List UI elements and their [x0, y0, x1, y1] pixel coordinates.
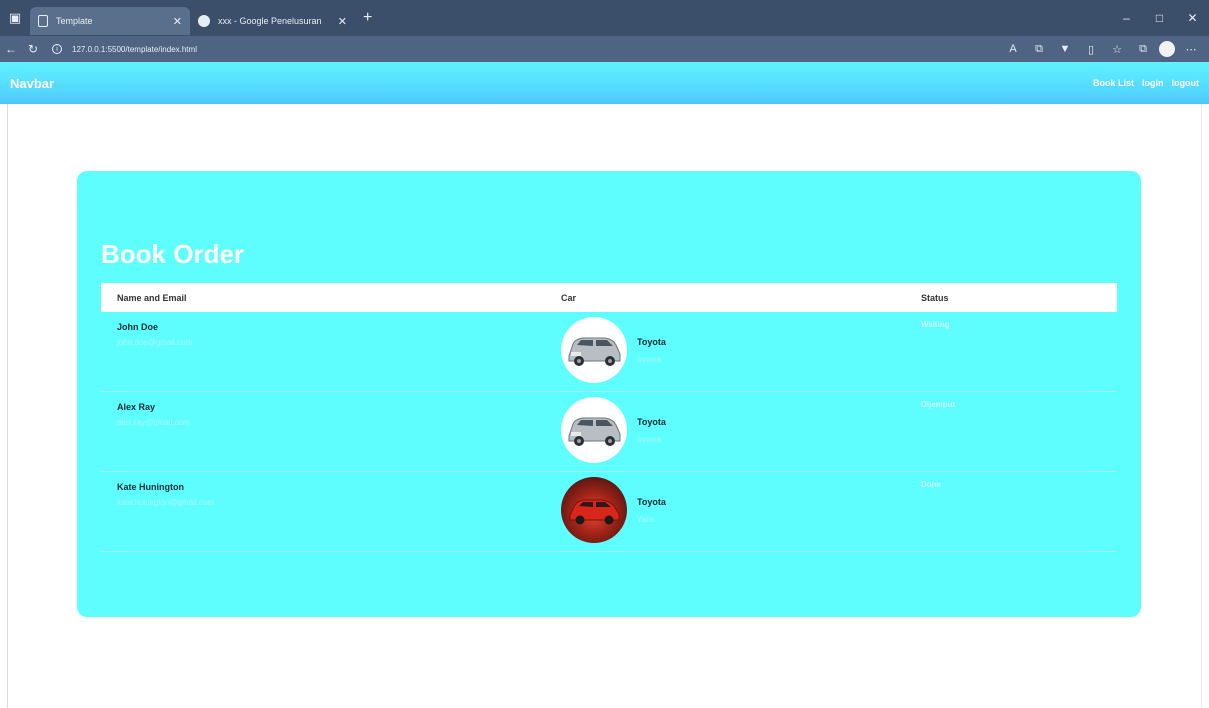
silver-car-icon: [568, 417, 621, 446]
table-row: John Doe john.doe@gmail.com Toyota Innov…: [101, 312, 1117, 392]
new-tab-button[interactable]: +: [363, 9, 372, 27]
back-icon[interactable]: ←: [0, 42, 22, 56]
car-model: Innova: [637, 434, 662, 444]
close-icon[interactable]: ✕: [173, 15, 182, 28]
browser-tabbar: ▣ Template ✕ xxx - Google Penelusuran ✕ …: [0, 0, 1209, 36]
vue-devtools-icon[interactable]: ▼: [1055, 39, 1075, 59]
car-name: Toyota: [637, 416, 666, 427]
table-row: Alex Ray alex.ray@gmail.com Toyota Innov…: [101, 392, 1117, 472]
address-bar: ← ↻ i 127.0.0.1:5500/template/index.html…: [0, 36, 1209, 62]
car-cell: Toyota Innova: [551, 312, 917, 392]
book-order-table: Name and Email Car Status John Doe john.…: [101, 283, 1117, 552]
status-cell: Dijemput: [917, 392, 1117, 472]
navbar-links: Book List login logout: [1093, 78, 1199, 88]
collections-icon[interactable]: ⧉: [1133, 39, 1153, 59]
url-text: 127.0.0.1:5500/template/index.html: [72, 44, 197, 54]
info-icon[interactable]: i: [52, 44, 62, 54]
table-header: Name and Email Car Status: [101, 283, 1117, 312]
minimize-button[interactable]: –: [1110, 0, 1143, 36]
book-order-card: Book Order Name and Email Car Status Joh…: [77, 171, 1141, 617]
car-model: Yaris: [637, 514, 655, 524]
maximize-button[interactable]: □: [1143, 0, 1176, 36]
car-image: [561, 317, 627, 383]
navbar-brand[interactable]: Navbar: [10, 76, 54, 91]
window-controls: – □ ✕: [1110, 0, 1209, 36]
car-name: Toyota: [637, 496, 666, 507]
url-field[interactable]: i 127.0.0.1:5500/template/index.html: [52, 39, 197, 59]
nav-book-list[interactable]: Book List: [1093, 78, 1134, 88]
person-name: Alex Ray: [117, 402, 156, 412]
site-navbar: Navbar Book List login logout: [0, 62, 1209, 104]
car-image: [561, 477, 627, 543]
nav-logout[interactable]: logout: [1172, 78, 1200, 88]
favorites-icon[interactable]: ☆: [1107, 39, 1127, 59]
split-screen-icon[interactable]: ▯: [1081, 39, 1101, 59]
tab-title: xxx - Google Penelusuran: [218, 16, 322, 26]
person-email: kate.hunington@gmail.com: [117, 498, 215, 507]
car-cell: Toyota Innova: [551, 392, 917, 472]
person-email: john.doe@gmail.com: [117, 338, 193, 347]
nav-login[interactable]: login: [1142, 78, 1164, 88]
status-badge: Waiting: [921, 320, 950, 329]
status-cell: Waiting: [917, 312, 1117, 392]
read-aloud-icon[interactable]: A: [1003, 39, 1023, 59]
browser-toolbar: A ⧉ ▼ ▯ ☆ ⧉ ⋯: [1003, 39, 1209, 59]
red-car-icon: [569, 499, 620, 525]
status-badge: Done: [921, 480, 941, 489]
car-image: [561, 397, 627, 463]
status-badge: Dijemput: [921, 400, 956, 409]
refresh-icon[interactable]: ↻: [22, 42, 44, 56]
close-window-button[interactable]: ✕: [1176, 0, 1209, 36]
page-icon: [38, 15, 48, 27]
name-email-cell: John Doe john.doe@gmail.com: [101, 312, 551, 392]
column-status: Status: [921, 292, 949, 303]
window-menu-icon[interactable]: ▣: [0, 0, 30, 36]
car-name: Toyota: [637, 336, 666, 347]
name-email-cell: Alex Ray alex.ray@gmail.com: [101, 392, 551, 472]
column-name-email: Name and Email: [117, 292, 187, 303]
google-icon: [198, 15, 210, 27]
profile-avatar[interactable]: [1159, 41, 1175, 57]
tab-template[interactable]: Template ✕: [30, 7, 190, 35]
table-row: Kate Hunington kate.hunington@gmail.com: [101, 472, 1117, 552]
page-title: Book Order: [101, 239, 245, 269]
person-name: Kate Hunington: [117, 482, 184, 492]
car-model: Innova: [637, 354, 662, 364]
extension-icon[interactable]: ⧉: [1029, 39, 1049, 59]
person-name: John Doe: [117, 322, 159, 332]
column-car: Car: [561, 292, 577, 303]
close-icon[interactable]: ✕: [338, 15, 347, 28]
silver-car-icon: [568, 337, 621, 366]
tab-title: Template: [56, 16, 93, 26]
more-menu-icon[interactable]: ⋯: [1181, 39, 1201, 59]
tab-google-search[interactable]: xxx - Google Penelusuran ✕: [190, 7, 355, 35]
car-cell: Toyota Yaris: [551, 472, 917, 552]
person-email: alex.ray@gmail.com: [117, 418, 190, 427]
name-email-cell: Kate Hunington kate.hunington@gmail.com: [101, 472, 551, 552]
status-cell: Done: [917, 472, 1117, 552]
